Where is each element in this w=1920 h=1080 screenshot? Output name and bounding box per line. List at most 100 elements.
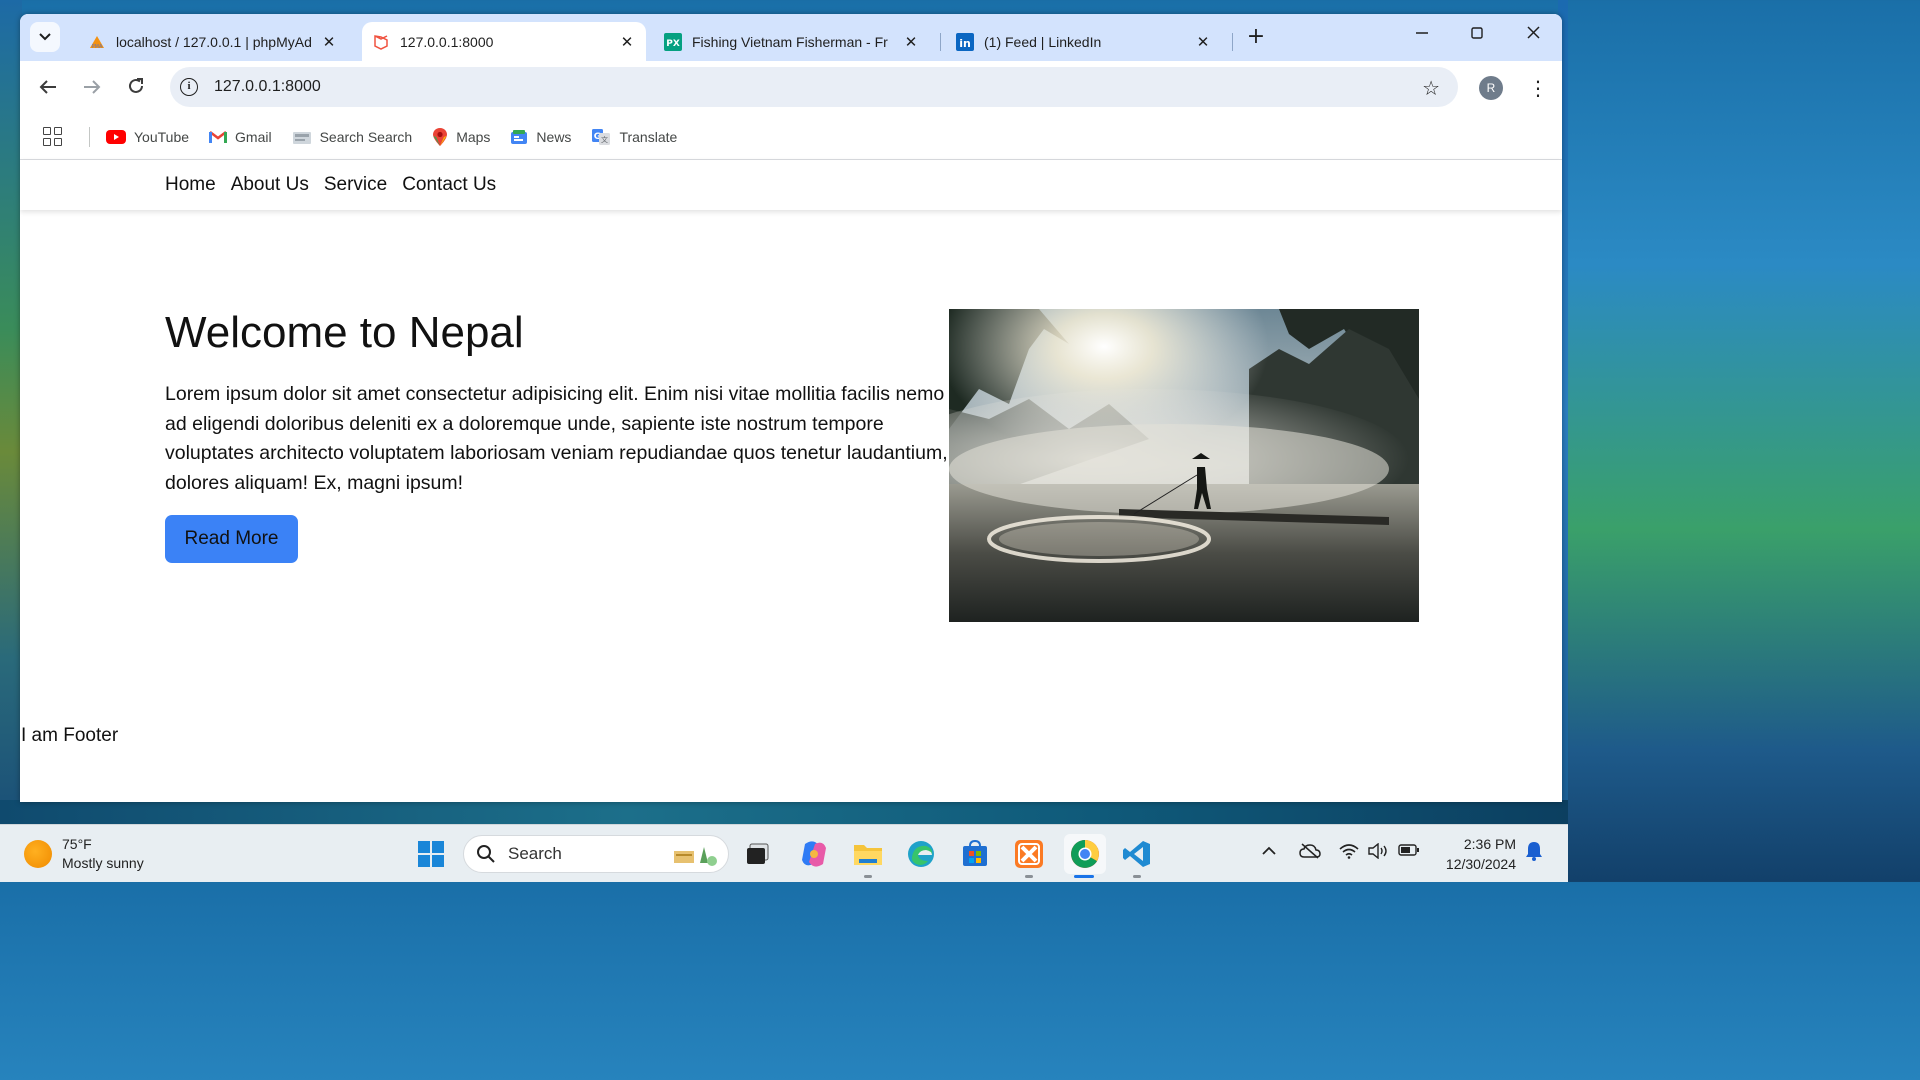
close-icon[interactable]: ✕	[616, 33, 638, 51]
bookmark-news[interactable]: News	[510, 129, 571, 145]
bookmark-label: YouTube	[134, 128, 190, 145]
search-placeholder: Search	[508, 844, 562, 863]
battery-icon	[1398, 844, 1419, 856]
chrome-button[interactable]	[1064, 834, 1106, 874]
taskbar-search-box[interactable]: Search	[463, 835, 729, 873]
bookmark-label: Translate	[619, 128, 678, 145]
desktop-wallpaper-left	[0, 0, 22, 822]
profile-avatar[interactable]: R	[1479, 76, 1503, 100]
nav-contact-us[interactable]: Contact Us	[402, 174, 496, 196]
arrow-right-icon	[84, 80, 101, 94]
menu-kebab-icon[interactable]: ⋮	[1528, 73, 1548, 103]
notifications-button[interactable]	[1525, 841, 1543, 865]
linkedin-icon: in	[956, 32, 974, 51]
bookmark-translate[interactable]: G文 Translate	[591, 128, 677, 146]
windows-start-button[interactable]	[414, 837, 448, 871]
gmail-icon	[209, 130, 228, 144]
cloud-offline-icon	[1299, 843, 1321, 859]
copilot-button[interactable]	[797, 837, 831, 871]
bookmark-maps[interactable]: Maps	[432, 127, 490, 147]
browser-window: PMA localhost / 127.0.0.1 | phpMyAd ✕ 12…	[20, 14, 1562, 802]
arrow-left-icon	[39, 80, 56, 94]
maps-icon	[432, 127, 448, 147]
battery-tray-icon[interactable]	[1398, 843, 1420, 861]
youtube-icon	[106, 129, 126, 144]
bookmark-gmail[interactable]: Gmail	[209, 129, 272, 145]
file-explorer-button[interactable]	[851, 837, 885, 871]
microsoft-store-button[interactable]	[958, 837, 992, 871]
tab-localhost-8000[interactable]: 127.0.0.1:8000 ✕	[362, 22, 646, 61]
minimize-button[interactable]	[1402, 24, 1442, 44]
chevron-up-icon	[1262, 846, 1276, 855]
url-text[interactable]: 127.0.0.1:8000	[214, 78, 321, 96]
site-info-icon[interactable]: i	[180, 78, 198, 96]
read-more-button[interactable]: Read More	[165, 515, 298, 563]
edge-icon	[908, 841, 934, 867]
translate-icon: G文	[591, 128, 611, 146]
bookmark-label: News	[536, 128, 572, 145]
tab-strip: PMA localhost / 127.0.0.1 | phpMyAd ✕ 12…	[20, 14, 1562, 61]
fisherman-photo	[949, 309, 1419, 622]
new-tab-button[interactable]: +	[1242, 24, 1270, 49]
tab-phpmyadmin[interactable]: PMA localhost / 127.0.0.1 | phpMyAd ✕	[78, 22, 348, 61]
tab-title: Fishing Vietnam Fisherman - Fr	[692, 33, 888, 50]
tab-linkedin[interactable]: in (1) Feed | LinkedIn ✕	[946, 22, 1222, 61]
address-bar[interactable]: i 127.0.0.1:8000 ☆	[170, 67, 1458, 107]
clock-date: 12/30/2024	[1445, 856, 1516, 872]
forward-button[interactable]	[79, 75, 105, 101]
nav-about-us[interactable]: About Us	[231, 174, 309, 196]
tab-fishing-vietnam[interactable]: PX Fishing Vietnam Fisherman - Fr ✕	[654, 22, 930, 61]
folder-icon	[854, 845, 882, 865]
system-clock[interactable]: 2:36 PM 12/30/2024	[1434, 834, 1516, 874]
chevron-down-icon	[39, 33, 51, 41]
search-search-icon	[292, 129, 312, 145]
tab-title: (1) Feed | LinkedIn	[984, 33, 1102, 50]
close-icon[interactable]: ✕	[318, 33, 340, 51]
bookmark-label: Search Search	[319, 128, 413, 145]
bookmark-label: Gmail	[235, 128, 272, 145]
svg-text:文: 文	[601, 135, 608, 144]
tab-separator	[1232, 33, 1233, 51]
running-indicator	[1025, 875, 1033, 878]
nav-home[interactable]: Home	[165, 174, 216, 196]
copilot-icon	[802, 841, 826, 867]
chrome-icon	[1071, 840, 1099, 868]
apps-grid-icon[interactable]	[43, 126, 63, 147]
xampp-button[interactable]	[1012, 837, 1046, 871]
reload-button[interactable]	[123, 75, 149, 101]
nav-service[interactable]: Service	[324, 174, 387, 196]
vscode-button[interactable]	[1120, 837, 1154, 871]
windows-logo-icon	[418, 841, 444, 867]
browser-toolbar: i 127.0.0.1:8000 ☆ R ⋮	[20, 61, 1562, 114]
close-window-button[interactable]	[1513, 24, 1553, 44]
close-icon[interactable]: ✕	[1192, 33, 1214, 51]
close-icon	[1526, 26, 1540, 39]
bookmark-search-search[interactable]: Search Search	[292, 128, 413, 145]
bell-icon	[1526, 842, 1542, 861]
close-icon[interactable]: ✕	[900, 33, 922, 51]
weather-temperature: 75°F	[62, 836, 92, 852]
clock-time: 2:36 PM	[1463, 836, 1516, 852]
maximize-button[interactable]	[1457, 24, 1497, 44]
bookmark-star-icon[interactable]: ☆	[1422, 76, 1440, 100]
bookmark-label: Maps	[456, 128, 491, 145]
task-view-icon	[747, 843, 769, 864]
weather-description: Mostly sunny	[62, 855, 144, 871]
xampp-icon	[1015, 840, 1043, 868]
sunny-weather-icon	[24, 840, 52, 868]
wifi-tray-icon[interactable]	[1339, 843, 1359, 863]
edge-button[interactable]	[904, 837, 938, 871]
weather-widget[interactable]: 75°F Mostly sunny	[24, 835, 144, 873]
wifi-icon	[1339, 844, 1359, 859]
active-indicator	[1074, 875, 1094, 878]
tab-search-button[interactable]	[30, 22, 60, 52]
bookmark-youtube[interactable]: YouTube	[106, 129, 189, 145]
search-icon	[477, 845, 495, 863]
show-hidden-icons-button[interactable]	[1262, 843, 1276, 860]
site-navbar: Home About Us Service Contact Us	[20, 160, 1562, 210]
onedrive-tray-icon[interactable]	[1299, 843, 1321, 863]
task-view-button[interactable]	[741, 837, 775, 871]
laravel-icon	[372, 33, 390, 51]
back-button[interactable]	[35, 75, 61, 101]
volume-tray-icon[interactable]	[1368, 842, 1390, 863]
